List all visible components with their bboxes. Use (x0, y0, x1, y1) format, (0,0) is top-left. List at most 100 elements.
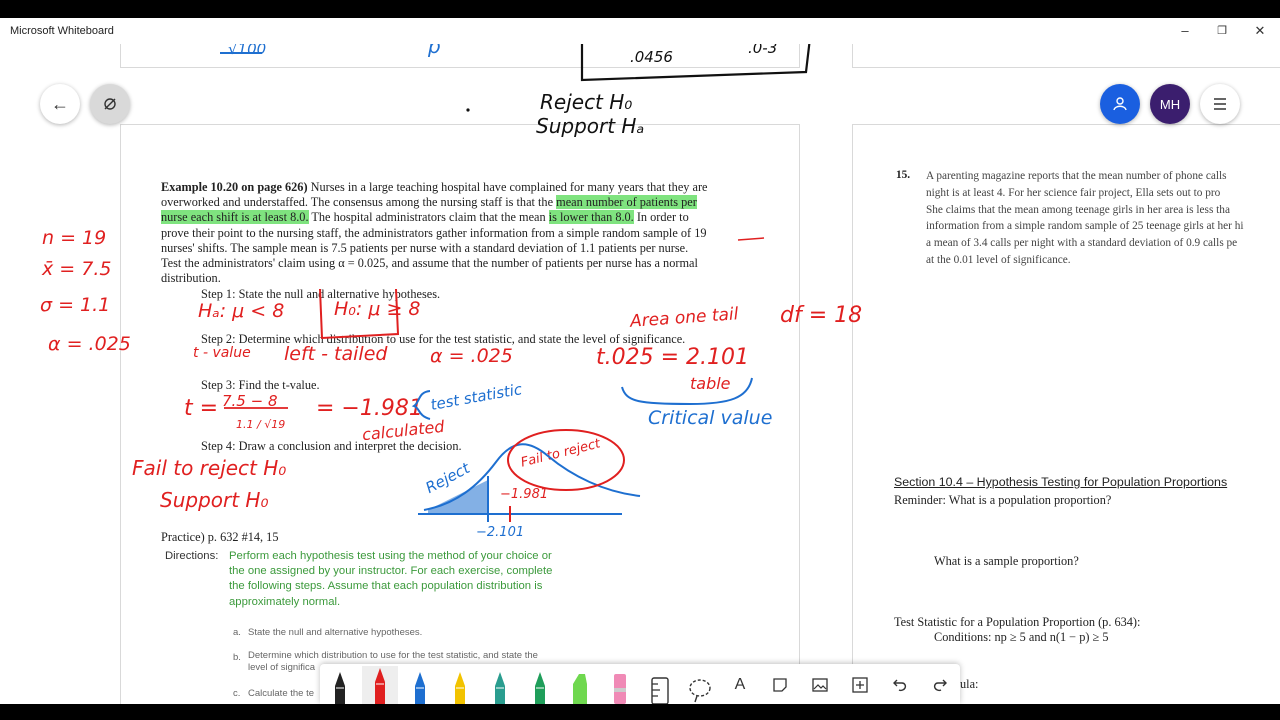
example-line: The hospital administrators claim that t… (308, 210, 549, 225)
image-icon (812, 678, 828, 692)
undo-button[interactable] (882, 666, 918, 704)
highlighted-text: mean number of patients per (556, 195, 697, 210)
text-icon: A (734, 676, 746, 693)
problem-line: night is at least 4. For her science fai… (926, 186, 1221, 199)
conditions: Conditions: np ≥ 5 and n(1 − p) ≥ 5 (934, 630, 1109, 644)
step-4: Step 4: Draw a conclusion and interpret … (201, 439, 462, 453)
add-icon (852, 677, 868, 693)
text-tool[interactable]: A (722, 666, 758, 704)
reading-mode-button[interactable] (90, 84, 130, 124)
minimize-button[interactable]: – (1171, 22, 1199, 40)
top-black-bar (0, 0, 1280, 18)
problem-line: at the 0.01 level of significance. (926, 253, 1071, 266)
ink-fail-to-reject: Fail to reject H₀ (132, 456, 287, 480)
red-pen-icon (375, 668, 385, 704)
back-button[interactable]: ← (40, 84, 80, 124)
ink-alt-hypothesis: Hₐ: μ < 8 (198, 300, 285, 322)
ink-fraction-denominator: 1.1 / √19 (236, 418, 286, 431)
highlighted-text: nurse each shift is at least 8.0. (161, 210, 309, 225)
example-line: Nurses in a large teaching hospital have… (307, 180, 708, 194)
example-line: distribution. (161, 271, 221, 286)
test-statistic-title: Test Statistic for a Population Proporti… (894, 615, 1141, 629)
ink-tvalue: t - value (193, 345, 251, 361)
app-title: Microsoft Whiteboard (10, 25, 114, 37)
teal-pen-icon (495, 672, 505, 704)
ink-alpha: α = .025 (48, 333, 131, 355)
problem-line: information from a simple random sample … (926, 220, 1244, 233)
yellow-pen-tool[interactable] (442, 666, 478, 704)
directions-line: the following steps. Assume that each po… (229, 580, 543, 593)
black-pen-icon (335, 672, 345, 704)
problem-line: a mean of 3.4 calls per night with a sta… (926, 237, 1238, 250)
problem-line: She claims that the mean among teenage g… (926, 203, 1230, 216)
sample-question: What is a sample proportion? (934, 554, 1079, 568)
highlighter-tool[interactable] (562, 666, 598, 704)
directions-label: Directions: (165, 550, 219, 562)
item-c-label: c. (233, 688, 241, 699)
ink-null-hypothesis: H₀: μ ≥ 8 (334, 298, 421, 320)
blue-pen-tool[interactable] (402, 666, 438, 704)
restore-button[interactable]: ❐ (1208, 22, 1236, 40)
ink-value: .0‑3 (748, 44, 778, 57)
item-a-label: a. (233, 627, 241, 638)
black-pen-tool[interactable] (322, 666, 358, 704)
top-right-page-fragment (852, 44, 1280, 68)
ink-t-equals: t = (184, 396, 219, 421)
ink-table: table (690, 374, 731, 393)
pink-eraser-icon (614, 674, 626, 704)
close-button[interactable]: ✕ (1246, 22, 1274, 40)
ink-value: .0456 (630, 48, 673, 66)
step-3: Step 3: Find the t-value. (201, 378, 320, 392)
green-pen-tool[interactable] (522, 666, 558, 704)
practice-title: Practice) p. 632 #14, 15 (161, 530, 279, 544)
lasso-tool[interactable] (682, 666, 718, 704)
top-page-fragment (120, 44, 800, 68)
yellow-pen-icon (455, 672, 465, 704)
user-avatar[interactable]: MH (1150, 84, 1190, 124)
add-tool[interactable] (842, 666, 878, 704)
example-line: nurses' shifts. The sample mean is 7.5 p… (161, 240, 689, 255)
red-pen-tool[interactable] (362, 666, 398, 704)
directions-line: the one assigned by your instructor. For… (229, 565, 553, 578)
ink-denominator: √100 (228, 44, 267, 58)
title-bar: Microsoft Whiteboard – ❐ ✕ (0, 18, 1280, 44)
item-a: State the null and alternative hypothese… (248, 627, 423, 638)
invite-button[interactable] (1100, 84, 1140, 124)
sticky-note-tool[interactable] (762, 666, 798, 704)
ink-left-tailed: left - tailed (284, 343, 388, 365)
hamburger-menu-icon (1214, 98, 1226, 110)
redo-icon (933, 679, 947, 692)
section-heading: Section 10.4 – Hypothesis Testing for Po… (894, 475, 1228, 489)
formula-label: ula: (960, 677, 979, 691)
item-c: Calculate the te (248, 688, 315, 699)
directions-text: Perform each hypothesis test using the m… (229, 549, 552, 610)
menu-button[interactable] (1200, 84, 1240, 124)
example-line: overworked and understaffed. The consens… (161, 195, 557, 210)
person-add-icon (1113, 97, 1127, 111)
lasso-icon (689, 679, 711, 703)
image-tool[interactable] (802, 666, 838, 704)
reminder-question: Reminder: What is a population proportio… (894, 493, 1112, 507)
ink-critical-value: Critical value (648, 407, 773, 429)
reading-mode-icon (104, 98, 116, 110)
redo-button[interactable] (922, 666, 958, 704)
ink-df: df = 18 (780, 303, 863, 328)
whiteboard-canvas[interactable]: Example 10.20 on page 626) Nurses in a l… (0, 44, 1280, 704)
example-paragraph: Example 10.20 on page 626) Nurses in a l… (161, 180, 761, 286)
highlighted-text: is lower than 8.0. (548, 210, 634, 225)
ink-xbar: x̄ = 7.5 (42, 258, 112, 280)
ink-n: n = 19 (42, 227, 107, 249)
eraser-tool[interactable] (602, 666, 638, 704)
ink-t-result: = −1.981 (316, 396, 423, 421)
ink-reject: Reject H₀ (540, 90, 633, 114)
bottom-black-bar (0, 704, 1280, 720)
teal-pen-tool[interactable] (482, 666, 518, 704)
problem-line: A parenting magazine reports that the me… (926, 170, 1227, 182)
ink-axis-t: −1.981 (500, 487, 549, 502)
ink-alpha2: α = .025 (430, 345, 513, 367)
ink-support-h0: Support H₀ (160, 488, 269, 512)
problem-15-text: A parenting magazine reports that the me… (926, 168, 1243, 269)
ruler-tool[interactable] (642, 666, 678, 704)
sticky-note-icon (773, 678, 787, 692)
example-line: In order to (633, 210, 689, 225)
